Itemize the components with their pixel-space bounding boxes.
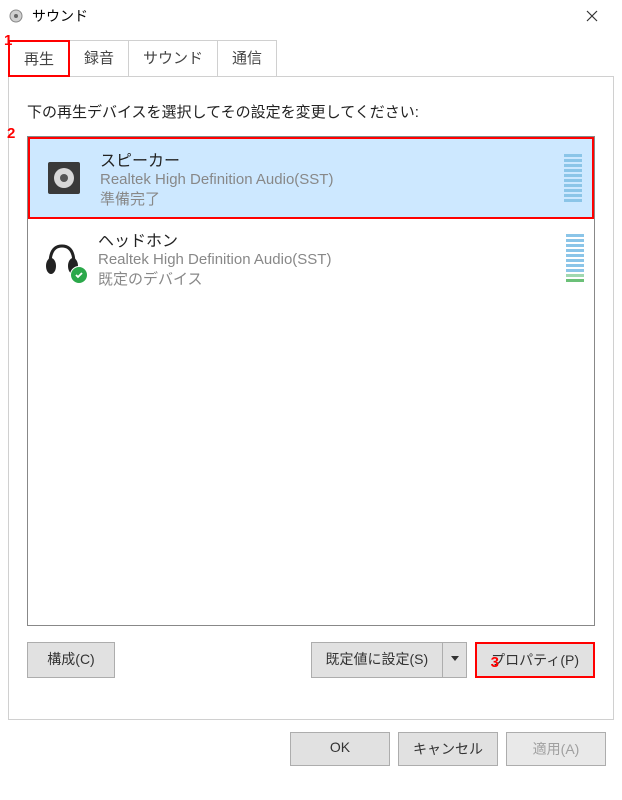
window-title: サウンド <box>32 6 569 26</box>
device-item-headphone[interactable]: ヘッドホン Realtek High Definition Audio(SST)… <box>28 219 594 297</box>
close-button[interactable] <box>569 0 614 32</box>
annotation-2: 2 <box>7 125 15 142</box>
tab-communications[interactable]: 通信 <box>217 40 277 77</box>
titlebar: サウンド <box>0 0 622 32</box>
device-item-speaker[interactable]: スピーカー Realtek High Definition Audio(SST)… <box>28 137 594 219</box>
level-meter <box>564 154 582 202</box>
panel-button-row: 構成(C) 既定値に設定(S) プロパティ(P) <box>27 642 595 678</box>
annotation-1: 1 <box>4 32 12 49</box>
device-info: スピーカー Realtek High Definition Audio(SST)… <box>100 147 556 209</box>
tab-container: 再生 録音 サウンド 通信 <box>0 32 622 77</box>
device-icon-wrap <box>40 154 88 202</box>
tabs: 再生 録音 サウンド 通信 <box>8 40 614 77</box>
device-status: 既定のデバイス <box>98 268 558 289</box>
dialog-button-row: OK キャンセル 適用(A) <box>0 732 622 782</box>
device-driver: Realtek High Definition Audio(SST) <box>98 251 558 268</box>
sound-icon <box>8 8 24 24</box>
speaker-icon <box>40 154 88 202</box>
tab-panel: 下の再生デバイスを選択してその設定を変更してください: 2 スピーカー Real… <box>8 76 614 720</box>
default-badge-icon <box>70 266 88 284</box>
tab-sounds[interactable]: サウンド <box>128 40 218 77</box>
device-name: スピーカー <box>100 147 556 171</box>
set-default-split-button: 既定値に設定(S) <box>311 642 468 678</box>
tab-playback[interactable]: 再生 <box>8 40 70 77</box>
annotation-3: 3 <box>491 654 499 671</box>
device-list: スピーカー Realtek High Definition Audio(SST)… <box>27 136 595 626</box>
ok-button[interactable]: OK <box>290 732 390 766</box>
device-icon-wrap <box>38 234 86 282</box>
device-status: 準備完了 <box>100 188 556 209</box>
device-name: ヘッドホン <box>98 227 558 251</box>
cancel-button[interactable]: キャンセル <box>398 732 498 766</box>
set-default-dropdown[interactable] <box>443 642 467 678</box>
level-meter <box>566 234 584 282</box>
instruction-text: 下の再生デバイスを選択してその設定を変更してください: <box>27 101 595 122</box>
set-default-button[interactable]: 既定値に設定(S) <box>311 642 444 678</box>
tab-recording[interactable]: 録音 <box>69 40 129 77</box>
device-info: ヘッドホン Realtek High Definition Audio(SST)… <box>98 227 558 289</box>
chevron-down-icon <box>451 656 459 662</box>
configure-button[interactable]: 構成(C) <box>27 642 115 678</box>
apply-button[interactable]: 適用(A) <box>506 732 606 766</box>
device-driver: Realtek High Definition Audio(SST) <box>100 171 556 188</box>
